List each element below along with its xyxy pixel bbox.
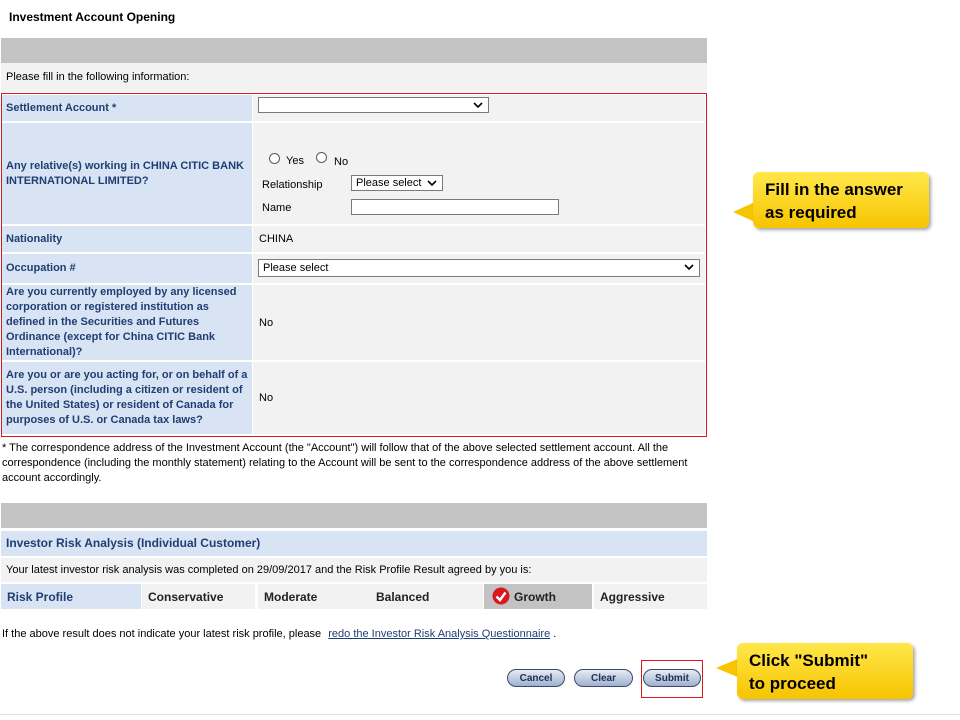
correspondence-note: * The correspondence address of the Inve…	[2, 442, 688, 484]
risk-level-growth-label: Growth	[514, 590, 556, 604]
redo-questionnaire-link[interactable]: redo the Investor Risk Analysis Question…	[328, 628, 550, 640]
page-title: Investment Account Opening	[9, 10, 176, 24]
redo-suffix: .	[553, 628, 557, 640]
risk-level-growth: Growth	[484, 584, 592, 609]
checkmark-icon	[492, 587, 510, 605]
latest-analysis-text: Your latest investor risk analysis was c…	[1, 558, 707, 582]
fill-callout-line-2: as required	[765, 203, 857, 222]
header-divider-bar	[1, 38, 707, 63]
fill-callout-line-1: Fill in the answer	[765, 180, 903, 199]
risk-level-aggressive: Aggressive	[594, 584, 707, 609]
redo-prefix: If the above result does not indicate yo…	[2, 628, 322, 640]
cancel-button[interactable]: Cancel	[507, 669, 565, 687]
risk-divider-bar	[1, 503, 707, 528]
callout-pointer-icon	[733, 202, 755, 222]
risk-section-heading: Investor Risk Analysis (Individual Custo…	[1, 531, 707, 556]
intro-row: Please fill in the following information…	[1, 63, 707, 92]
redo-line: If the above result does not indicate yo…	[2, 628, 556, 640]
intro-text: Please fill in the following information…	[6, 71, 190, 83]
risk-level-balanced: Balanced	[370, 584, 483, 609]
highlight-box	[1, 93, 707, 437]
risk-level-conservative: Conservative	[142, 584, 255, 609]
bottom-divider	[0, 714, 960, 715]
submit-callout-line-1: Click "Submit"	[749, 651, 869, 670]
clear-button[interactable]: Clear	[574, 669, 633, 687]
submit-button[interactable]: Submit	[643, 669, 701, 687]
fill-answer-callout: Fill in the answer as required	[753, 172, 929, 228]
submit-callout: Click "Submit" to proceed	[737, 643, 913, 699]
risk-profile-label: Risk Profile	[1, 584, 141, 609]
risk-level-moderate: Moderate	[258, 584, 371, 609]
submit-callout-line-2: to proceed	[749, 674, 836, 693]
